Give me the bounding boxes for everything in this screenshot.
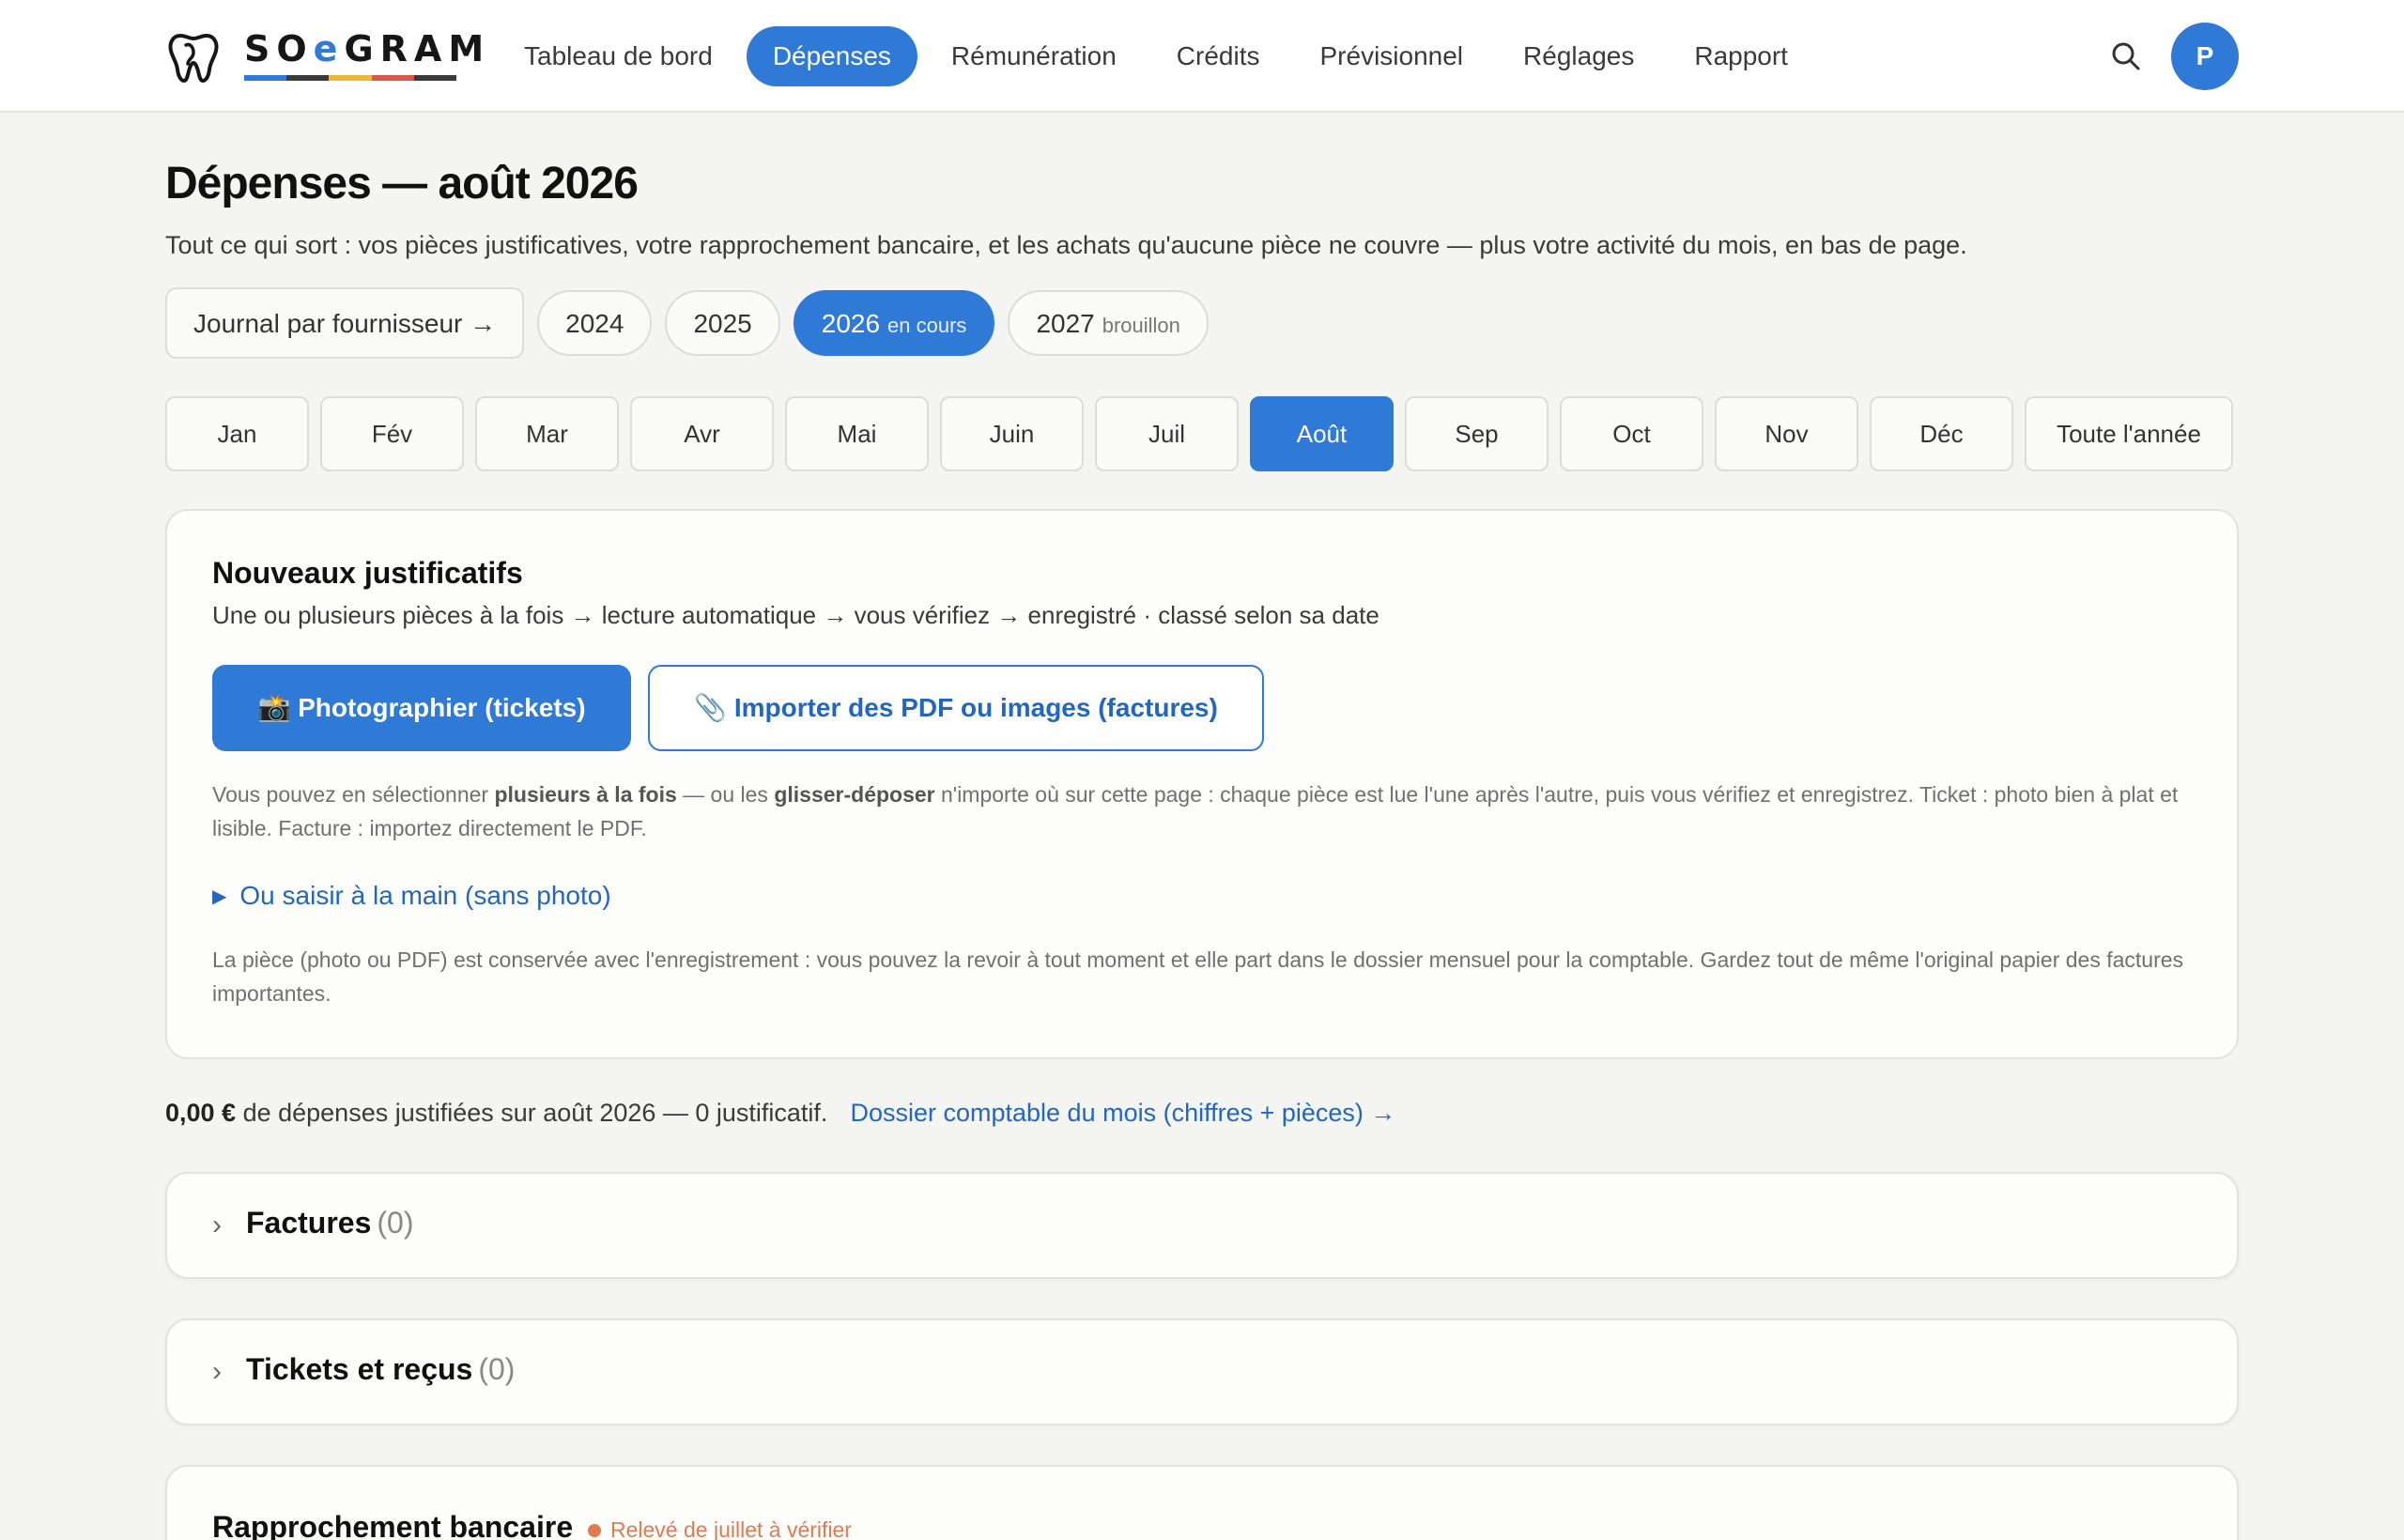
section-title: Rapprochement bancaire	[212, 1510, 574, 1540]
new-receipts-card: Nouveaux justificatifs Une ou plusieurs …	[165, 509, 2239, 1059]
year-pill-2026[interactable]: 2026 en cours	[793, 290, 995, 356]
nav-item-credits[interactable]: Crédits	[1150, 26, 1287, 86]
year-pills: 2024 2025 2026 en cours 2027 brouillon	[537, 290, 1222, 356]
section-title: Factures (0)	[246, 1206, 414, 1240]
nav-item-previsionnel[interactable]: Prévisionnel	[1294, 26, 1490, 86]
tickets-section[interactable]: › Tickets et reçus (0)	[165, 1318, 2239, 1425]
status-dot-icon	[588, 1524, 601, 1537]
year-label: 2026	[821, 309, 881, 338]
top-navigation-bar: SOeGRAM Tableau de bord Dépenses Rémunérat…	[0, 0, 2404, 113]
month-tab-1[interactable]: Jan	[165, 396, 309, 471]
month-tab-4[interactable]: Avr	[630, 396, 774, 471]
storage-note: La pièce (photo ou PDF) est conservée av…	[212, 947, 2184, 1006]
year-pill-2027[interactable]: 2027 brouillon	[1008, 290, 1209, 356]
chevron-right-icon: ›	[212, 1356, 222, 1387]
brand-color-bar	[244, 75, 457, 81]
nav-item-tableau-de-bord[interactable]: Tableau de bord	[498, 26, 739, 86]
main-nav: Tableau de bord Dépenses Rémunération Crédi…	[498, 26, 1822, 86]
month-tab-12[interactable]: Déc	[1870, 396, 2013, 471]
month-selector: Jan Fév Mar Avr Mai Juin Juil Août Sep Oct Nov Déc T…	[165, 396, 2233, 471]
status-badge: Relevé de juillet à vérifier	[588, 1517, 852, 1540]
section-count: (0)	[377, 1206, 414, 1240]
page-subtitle: Tout ce qui sort : vos pièces justificat…	[165, 231, 1967, 259]
search-icon[interactable]	[2107, 38, 2145, 75]
chevron-right-icon: ›	[212, 1209, 222, 1240]
year-pill-2024[interactable]: 2024	[537, 290, 653, 356]
page-title: Dépenses — août 2026	[165, 159, 639, 208]
import-pdf-images-button[interactable]: 📎 Importer des PDF ou images (factures)	[648, 665, 1264, 751]
accounting-folder-link[interactable]: Dossier comptable du mois (chiffres + pi…	[850, 1099, 1395, 1127]
brand-bar-segment	[329, 75, 372, 81]
brand-bar-segment	[286, 75, 330, 81]
tooth-logo-icon	[168, 34, 219, 83]
manual-entry-toggle[interactable]: ▶ Ou saisir à la main (sans photo)	[212, 881, 611, 911]
section-title: Tickets et reçus (0)	[246, 1352, 516, 1386]
brand-bar-segment	[244, 75, 287, 81]
triangle-right-icon: ▶	[212, 886, 227, 907]
brand-bar-segment	[371, 75, 414, 81]
month-tab-all-year[interactable]: Toute l'année	[2025, 396, 2233, 471]
nav-item-remuneration[interactable]: Rémunération	[925, 26, 1143, 86]
year-tag: brouillon	[1102, 314, 1180, 337]
upload-help-text: Vous pouvez en sélectionner plusieurs à …	[212, 782, 2179, 840]
photograph-tickets-button[interactable]: 📸 Photographier (tickets)	[212, 665, 631, 751]
card-title: Nouveaux justificatifs	[212, 556, 523, 590]
month-tab-11[interactable]: Nov	[1715, 396, 1858, 471]
year-tag: en cours	[887, 314, 967, 337]
brand-bar-segment	[413, 75, 457, 81]
invoices-section[interactable]: › Factures (0)	[165, 1172, 2239, 1279]
month-tab-10[interactable]: Oct	[1560, 396, 1703, 471]
section-count: (0)	[478, 1352, 516, 1386]
nav-item-reglages[interactable]: Réglages	[1497, 26, 1660, 86]
month-tab-6[interactable]: Juin	[940, 396, 1084, 471]
year-label: 2027	[1036, 309, 1095, 338]
year-label: 2024	[565, 309, 624, 338]
supplier-journal-button[interactable]: Journal par fournisseur →	[165, 287, 525, 359]
year-label: 2025	[693, 309, 752, 338]
month-tab-7[interactable]: Juil	[1095, 396, 1239, 471]
month-tab-9[interactable]: Sep	[1405, 396, 1549, 471]
nav-item-depenses[interactable]: Dépenses	[746, 26, 917, 86]
month-tab-5[interactable]: Mai	[785, 396, 929, 471]
year-selector: Journal par fournisseur → 2024 2025 2026 en…	[165, 287, 1222, 359]
total-amount: 0,00 €	[165, 1099, 237, 1127]
month-tab-8[interactable]: Août	[1250, 396, 1394, 471]
workflow-steps: Une ou plusieurs pièces à la fois → lect…	[212, 601, 1379, 629]
month-tab-2[interactable]: Fév	[320, 396, 464, 471]
bank-reconciliation-section: Rapprochement bancaire Relevé de juillet…	[165, 1465, 2239, 1540]
nav-item-rapport[interactable]: Rapport	[1668, 26, 1814, 86]
month-tab-3[interactable]: Mar	[475, 396, 619, 471]
year-pill-2025[interactable]: 2025	[665, 290, 780, 356]
user-avatar[interactable]: P	[2171, 23, 2239, 90]
monthly-summary: 0,00 € de dépenses justifiées sur août 2…	[165, 1099, 1396, 1127]
